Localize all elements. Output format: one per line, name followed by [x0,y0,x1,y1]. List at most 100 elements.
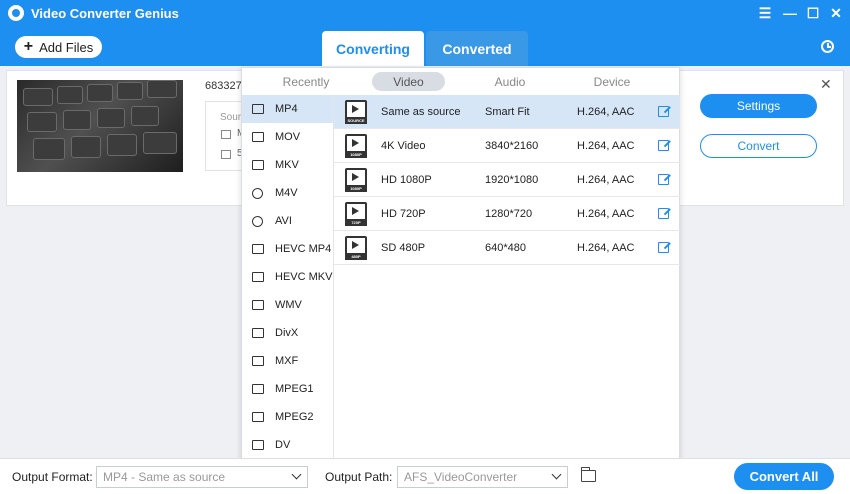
chevron-down-icon [551,469,562,480]
format-item-hevc-mkv[interactable]: HEVC MKV [242,263,333,291]
format-label: MPEG1 [275,383,314,395]
format-label: AVI [275,215,292,227]
format-item-dv[interactable]: DV [242,431,333,459]
format-label: WMV [275,299,302,311]
tab-audio[interactable]: Audio [474,72,546,91]
film-icon [252,300,264,310]
format-label: MPEG2 [275,411,314,423]
format-label: MKV [275,159,299,171]
app-logo-icon [8,5,24,21]
history-clock-icon[interactable] [821,40,834,53]
edit-icon[interactable] [658,140,669,151]
preset-codec: H.264, AAC [577,208,635,220]
tab-device[interactable]: Device [576,72,648,91]
preset-resolution: 640*480 [485,242,526,254]
output-format-value: MP4 - Same as source [103,470,226,484]
format-label: HEVC MP4 [275,243,332,255]
video-file-icon: 1080P [345,168,367,192]
film-icon [252,104,264,114]
camera-icon [252,160,264,170]
video-camera-icon [252,440,264,450]
format-item-mkv[interactable]: MKV [242,151,333,179]
format-dropdown-panel: Recently Video Audio Device MP4 MOV MKV … [241,67,681,461]
format-label: M4V [275,187,298,199]
remove-task-close-icon[interactable]: ✕ [820,76,832,93]
format-label: MXF [275,355,299,367]
convert-button[interactable]: Convert [700,134,817,158]
add-files-button[interactable]: + Add Files [15,36,102,58]
preset-row-sd-480p[interactable]: 480P SD 480P 640*480 H.264, AAC [334,231,680,265]
preset-name: 4K Video [381,140,426,152]
format-item-mov[interactable]: MOV [242,123,333,151]
film-icon [252,356,264,366]
preset-codec: H.264, AAC [577,174,635,186]
video-file-icon: 720P [345,202,367,226]
format-list: MP4 MOV MKV M4V AVI HEVC MP4 HEVC MKV WM… [242,95,334,461]
format-label: DV [275,439,291,451]
video-file-icon: SOURCE [345,100,367,124]
settings-button[interactable]: Settings [700,94,817,118]
preset-resolution: 1920*1080 [485,174,539,186]
format-item-wmv[interactable]: WMV [242,291,333,319]
tab-video[interactable]: Video [372,72,445,91]
format-item-m4v[interactable]: M4V [242,179,333,207]
preset-name: HD 1080P [381,174,432,186]
preset-codec: H.264, AAC [577,242,635,254]
output-format-select[interactable]: MP4 - Same as source [96,466,308,488]
preset-name: Same as source [381,106,461,118]
film-icon [252,412,264,422]
preset-resolution: 3840*2160 [485,140,539,152]
output-format-label: Output Format: [12,470,93,484]
format-item-avi[interactable]: AVI [242,207,333,235]
tab-converted[interactable]: Converted [426,31,528,66]
format-label: MOV [275,131,301,143]
preset-resolution: 1280*720 [485,208,533,220]
output-path-value: AFS_VideoConverter [404,470,518,484]
edit-icon[interactable] [658,106,669,117]
source-label: Sour [220,112,242,123]
menu-button[interactable]: ☰ [753,2,777,24]
format-item-divx[interactable]: DivX [242,319,333,347]
resize-icon [221,150,231,159]
close-window-button[interactable]: ✕ [824,2,848,24]
film-icon [252,384,264,394]
film-icon [252,244,264,254]
film-icon [221,130,231,139]
close-box-icon [252,328,264,338]
app-title: Video Converter Genius [31,6,179,21]
tab-recently[interactable]: Recently [270,72,342,91]
folder-icon[interactable] [580,467,596,482]
preset-resolution: Smart Fit [485,106,530,118]
film-icon [252,272,264,282]
edit-icon[interactable] [658,174,669,185]
preset-row-hd-1080p[interactable]: 1080P HD 1080P 1920*1080 H.264, AAC [334,163,680,197]
film-icon [252,132,264,142]
bottom-bar: Output Format: MP4 - Same as source Outp… [0,458,850,494]
preset-row-4k-video[interactable]: 1080P 4K Video 3840*2160 H.264, AAC [334,129,680,163]
preset-row-same-as-source[interactable]: SOURCE Same as source Smart Fit H.264, A… [334,95,680,129]
format-item-mpeg2[interactable]: MPEG2 [242,403,333,431]
format-item-mpeg1[interactable]: MPEG1 [242,375,333,403]
add-files-label: Add Files [39,39,94,55]
preset-row-hd-720p[interactable]: 720P HD 720P 1280*720 H.264, AAC [334,197,680,231]
format-item-mxf[interactable]: MXF [242,347,333,375]
convert-all-button[interactable]: Convert All [734,463,834,490]
tab-converting[interactable]: Converting [322,31,424,66]
video-file-icon: 1080P [345,134,367,158]
chevron-down-icon [291,469,302,480]
plus-icon: + [23,38,34,55]
edit-icon[interactable] [658,242,669,253]
format-label: DivX [275,327,299,339]
preset-name: HD 720P [381,208,426,220]
format-item-hevc-mp4[interactable]: HEVC MP4 [242,235,333,263]
minimize-button[interactable]: — [778,2,802,24]
video-file-icon: 480P [345,236,367,260]
output-path-select[interactable]: AFS_VideoConverter [397,466,568,488]
edit-icon[interactable] [658,208,669,219]
category-tabs: Recently Video Audio Device [242,68,681,95]
video-thumbnail [17,80,183,172]
preset-codec: H.264, AAC [577,106,635,118]
format-label: MP4 [275,103,298,115]
maximize-button[interactable]: ☐ [801,2,825,24]
format-item-mp4[interactable]: MP4 [242,95,333,123]
